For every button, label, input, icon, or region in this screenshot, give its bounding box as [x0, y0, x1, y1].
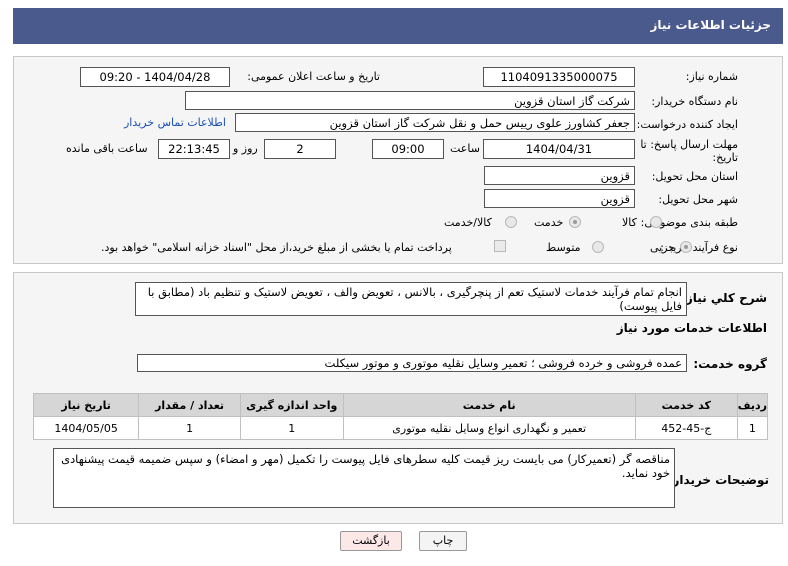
- services-table: ردیف کد خدمت نام خدمت واحد اندازه گیری ت…: [32, 393, 769, 440]
- summary-label: شرح کلي نياز:: [681, 291, 767, 305]
- category-service-label: خدمت: [534, 216, 564, 229]
- buyer-org-field: شرکت گاز استان قزوین: [185, 91, 635, 110]
- cell-unit: 1: [239, 416, 344, 440]
- deadline-time-label: ساعت: [450, 142, 480, 155]
- days-label: روز و: [233, 142, 258, 155]
- services-table-header: ردیف کد خدمت نام خدمت واحد اندازه گیری ت…: [32, 393, 769, 417]
- buyer-contact-link[interactable]: اطلاعات تماس خریدار: [124, 116, 226, 129]
- service-group-field: عمده فروشی و خرده فروشی ؛ تعمیر وسایل نق…: [137, 354, 687, 372]
- announce-date-field: 1404/04/28 - 09:20: [80, 67, 230, 87]
- purchase-medium-label: متوسط: [546, 241, 581, 254]
- page-title-bar: جزئیات اطلاعات نیاز: [13, 8, 783, 44]
- services-section-title: اطلاعات خدمات مورد نیاز: [616, 321, 767, 335]
- buyer-org-label: نام دستگاه خریدار:: [651, 95, 738, 108]
- province-field: قزوین: [484, 166, 635, 185]
- treasury-payment-note: پرداخت تمام یا بخشی از مبلغ خرید،از محل …: [101, 241, 452, 254]
- deadline-date-field: 1404/04/31: [483, 139, 635, 159]
- category-goods-service-radio[interactable]: [505, 216, 517, 228]
- remaining-time-label: ساعت باقی مانده: [66, 142, 148, 155]
- announce-date-label: تاریخ و ساعت اعلان عمومی:: [247, 70, 380, 83]
- print-button[interactable]: چاپ: [419, 531, 467, 551]
- city-label: شهر محل تحویل:: [658, 193, 738, 206]
- need-number-label: شماره نیاز:: [685, 70, 738, 83]
- summary-field: انجام تمام فرآیند خدمات لاستیک تعم از پن…: [135, 282, 687, 316]
- deadline-label: مهلت ارسال پاسخ: تا: [640, 138, 738, 151]
- cell-quantity: 1: [138, 416, 241, 440]
- col-name-header: نام خدمت: [342, 393, 636, 417]
- page-title: جزئیات اطلاعات نیاز: [650, 18, 771, 32]
- table-row: 1 ج-45-452 تعمیر و نگهداری انواع وسایل ن…: [32, 416, 769, 440]
- category-goods-service-label: کالا/خدمت: [444, 216, 492, 229]
- deadline-time-field: 09:00: [372, 139, 444, 159]
- requester-field: جعفر کشاورز علوی رییس حمل و نقل شرکت گاز…: [235, 113, 635, 132]
- remaining-time-field: 22:13:45: [158, 139, 230, 159]
- cell-row-number: 1: [736, 416, 769, 440]
- province-label: استان محل تحویل:: [651, 170, 738, 183]
- requester-label: ایجاد کننده درخواست:: [636, 118, 738, 131]
- remaining-days-field: 2: [264, 139, 336, 159]
- col-qty-header: تعداد / مقدار: [138, 393, 241, 417]
- service-group-label: گروه خدمت:: [693, 357, 767, 371]
- cell-need-date: 1404/05/05: [32, 416, 140, 440]
- buyer-notes-label: توضیحات خریدار:: [667, 473, 769, 487]
- category-service-radio[interactable]: [569, 216, 581, 228]
- buyer-notes-field: مناقصه گر (تعمیرکار) می بایست ریز قیمت ک…: [53, 448, 675, 508]
- cell-service-name: تعمیر و نگهداری انواع وسایل نقلیه موتوری: [342, 416, 636, 440]
- need-details-panel: [13, 56, 783, 264]
- city-field: قزوین: [484, 189, 635, 208]
- category-goods-label: کالا: [622, 216, 637, 229]
- category-goods-radio[interactable]: [650, 216, 662, 228]
- col-unit-header: واحد اندازه گیری: [239, 393, 344, 417]
- col-row-header: ردیف: [736, 393, 769, 417]
- col-code-header: کد خدمت: [634, 393, 738, 417]
- need-number-field: 1104091335000075: [483, 67, 635, 87]
- back-button[interactable]: بازگشت: [340, 531, 402, 551]
- purchase-medium-radio[interactable]: [592, 241, 604, 253]
- cell-service-code: ج-45-452: [634, 416, 738, 440]
- col-date-header: تاریخ نیاز: [32, 393, 140, 417]
- purchase-minor-radio[interactable]: [680, 241, 692, 253]
- purchase-minor-label: جزیی: [650, 241, 676, 254]
- treasury-payment-checkbox[interactable]: [494, 240, 506, 252]
- deadline-date-label: تاریخ:: [712, 151, 738, 164]
